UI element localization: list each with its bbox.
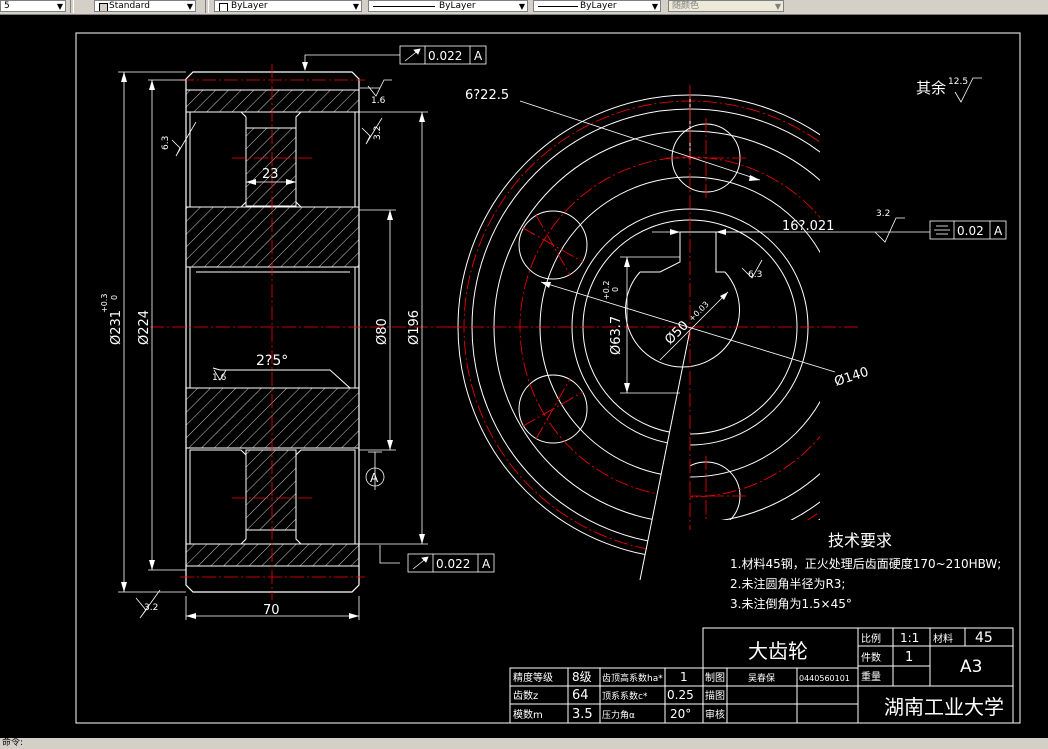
dim-6x22: 6?22.5 bbox=[465, 88, 509, 103]
combo-value: 5 bbox=[4, 1, 10, 11]
datum-label: A bbox=[370, 471, 379, 485]
param-4-value: 1 bbox=[680, 670, 688, 684]
rough-3-2-left: 3.2 bbox=[373, 126, 383, 140]
sheet-size: A3 bbox=[960, 657, 982, 677]
drawing-canvas[interactable]: Ø231 +0.3 0 Ø224 Ø80 Ø196 23 2?5° 70 1.6… bbox=[0, 15, 1048, 738]
lineweight-value: ByLayer bbox=[580, 1, 617, 11]
drawn-label: 制图 bbox=[705, 671, 725, 684]
check-label: 审核 bbox=[705, 708, 725, 721]
color-combo[interactable]: ByLayer ▼ bbox=[214, 0, 362, 12]
drawing-label: 描图 bbox=[705, 689, 725, 702]
dim-d231-tol0: 0 bbox=[110, 295, 119, 300]
hatch-hub-top bbox=[185, 206, 360, 268]
chevron-down-icon: ▼ bbox=[518, 2, 525, 11]
notes-line2: 2.未注圆角半径为R3; bbox=[730, 576, 845, 591]
hatch-rim-bottom bbox=[185, 543, 360, 567]
param-2-label: 齿数z bbox=[513, 689, 538, 702]
notes-line1: 1.材料45钢，正火处理后齿面硬度170~210HBW; bbox=[730, 556, 1001, 571]
gd-top-value: 0.022 bbox=[428, 49, 462, 63]
plotstyle-combo[interactable]: 随颜色 ▼ bbox=[668, 0, 784, 12]
param-5-label: 顶系系数c* bbox=[602, 690, 648, 702]
dim-d63-tol0: 0 bbox=[611, 287, 620, 292]
plotstyle-value: 随颜色 bbox=[672, 1, 700, 11]
rough-1-6: 1.6 bbox=[371, 96, 386, 106]
chevron-down-icon: ▼ bbox=[651, 2, 658, 11]
dim-70: 70 bbox=[263, 603, 280, 618]
rough-6-3-right: 6.3 bbox=[748, 270, 762, 280]
text-style-value: Standard bbox=[109, 1, 150, 11]
gd-right-value: 0.02 bbox=[957, 224, 984, 238]
properties-toolbar: 5 ▼ Standard ▼ ByLayer ▼ ByLayer ▼ ByLayer ▼ … bbox=[0, 0, 1048, 15]
hatch-hub-bottom bbox=[185, 387, 360, 449]
school-name: 湖南工业大学 bbox=[884, 695, 1004, 719]
chevron-down-icon: ▼ bbox=[186, 2, 193, 11]
text-style-icon bbox=[99, 3, 108, 11]
gd-top-datum: A bbox=[474, 49, 483, 63]
param-6-label: 压力角α bbox=[602, 709, 635, 721]
scale-value: 1:1 bbox=[900, 631, 919, 645]
rough-3-2-bottom: 3.2 bbox=[144, 603, 158, 613]
toolbar-separator bbox=[70, 0, 74, 13]
scale-label: 比例 bbox=[861, 632, 881, 645]
qty-value: 1 bbox=[905, 650, 913, 665]
dim-d63-tol: +0.2 bbox=[602, 281, 611, 300]
material-label: 材料 bbox=[933, 632, 953, 645]
gd-right-datum: A bbox=[994, 224, 1003, 238]
linetype-combo[interactable]: ByLayer ▼ bbox=[368, 0, 528, 12]
param-5-value: 0.25 bbox=[667, 688, 694, 702]
dim-23: 23 bbox=[262, 167, 279, 182]
dim-16: 16?.021 bbox=[782, 219, 834, 234]
dim-d80: Ø80 bbox=[375, 318, 390, 345]
rough-3-2-right: 3.2 bbox=[876, 209, 890, 219]
section-view bbox=[185, 71, 360, 593]
rest-rough-value: 12.5 bbox=[948, 77, 968, 87]
color-value: ByLayer bbox=[231, 1, 268, 11]
dim-d231: Ø231 bbox=[109, 310, 124, 345]
notes-line3: 3.未注倒角为1.5×45° bbox=[730, 596, 852, 611]
linetype-value: ByLayer bbox=[439, 1, 476, 11]
weight-label: 重量 bbox=[861, 670, 881, 683]
text-style-combo[interactable]: Standard ▼ bbox=[94, 0, 196, 12]
rough-1-6-mid: 1.6 bbox=[212, 373, 227, 383]
param-3-label: 模数m bbox=[513, 708, 543, 721]
drawn-name: 吴春保 bbox=[748, 672, 775, 684]
param-1-label: 精度等级 bbox=[513, 671, 553, 684]
toolbar-separator bbox=[205, 0, 209, 13]
rough-6-3-left: 6.3 bbox=[161, 136, 171, 150]
param-2-value: 64 bbox=[572, 688, 589, 703]
command-prompt: 命令: bbox=[2, 738, 24, 748]
param-6-value: 20° bbox=[670, 707, 691, 721]
canvas-bg bbox=[0, 15, 1048, 738]
hatch-rim-top bbox=[185, 89, 360, 113]
dim-d224: Ø224 bbox=[137, 310, 152, 345]
command-line[interactable]: 命令: bbox=[0, 738, 1048, 749]
lineweight-sample bbox=[538, 6, 578, 7]
lineweight-combo[interactable]: ByLayer ▼ bbox=[533, 0, 661, 12]
notes-title: 技术要求 bbox=[828, 531, 892, 550]
material-value: 45 bbox=[975, 630, 993, 646]
part-name: 大齿轮 bbox=[748, 639, 808, 663]
dim-d196: Ø196 bbox=[407, 310, 422, 345]
drawn-id: 0440560101 bbox=[799, 674, 850, 683]
hatch-web-bottom bbox=[245, 449, 297, 531]
rest-rough-label: 其余 bbox=[916, 79, 946, 97]
color-swatch-icon bbox=[219, 3, 228, 11]
chevron-down-icon: ▼ bbox=[352, 2, 359, 11]
qty-label: 件数 bbox=[861, 651, 881, 664]
toolbar-left-combo[interactable]: 5 ▼ bbox=[0, 0, 66, 12]
dim-d231-tol: +0.3 bbox=[100, 294, 109, 313]
chevron-down-icon: ▼ bbox=[774, 2, 781, 11]
param-4-label: 齿顶高系数ha* bbox=[602, 672, 663, 684]
param-1-value: 8级 bbox=[572, 670, 592, 684]
param-3-value: 3.5 bbox=[572, 707, 593, 722]
linetype-sample bbox=[373, 6, 435, 7]
gd-bottom-datum: A bbox=[482, 557, 491, 571]
dim-275: 2?5° bbox=[256, 353, 288, 369]
dim-d63: Ø63.7 bbox=[609, 316, 624, 355]
chevron-down-icon: ▼ bbox=[56, 2, 63, 11]
gd-bottom-value: 0.022 bbox=[436, 557, 470, 571]
